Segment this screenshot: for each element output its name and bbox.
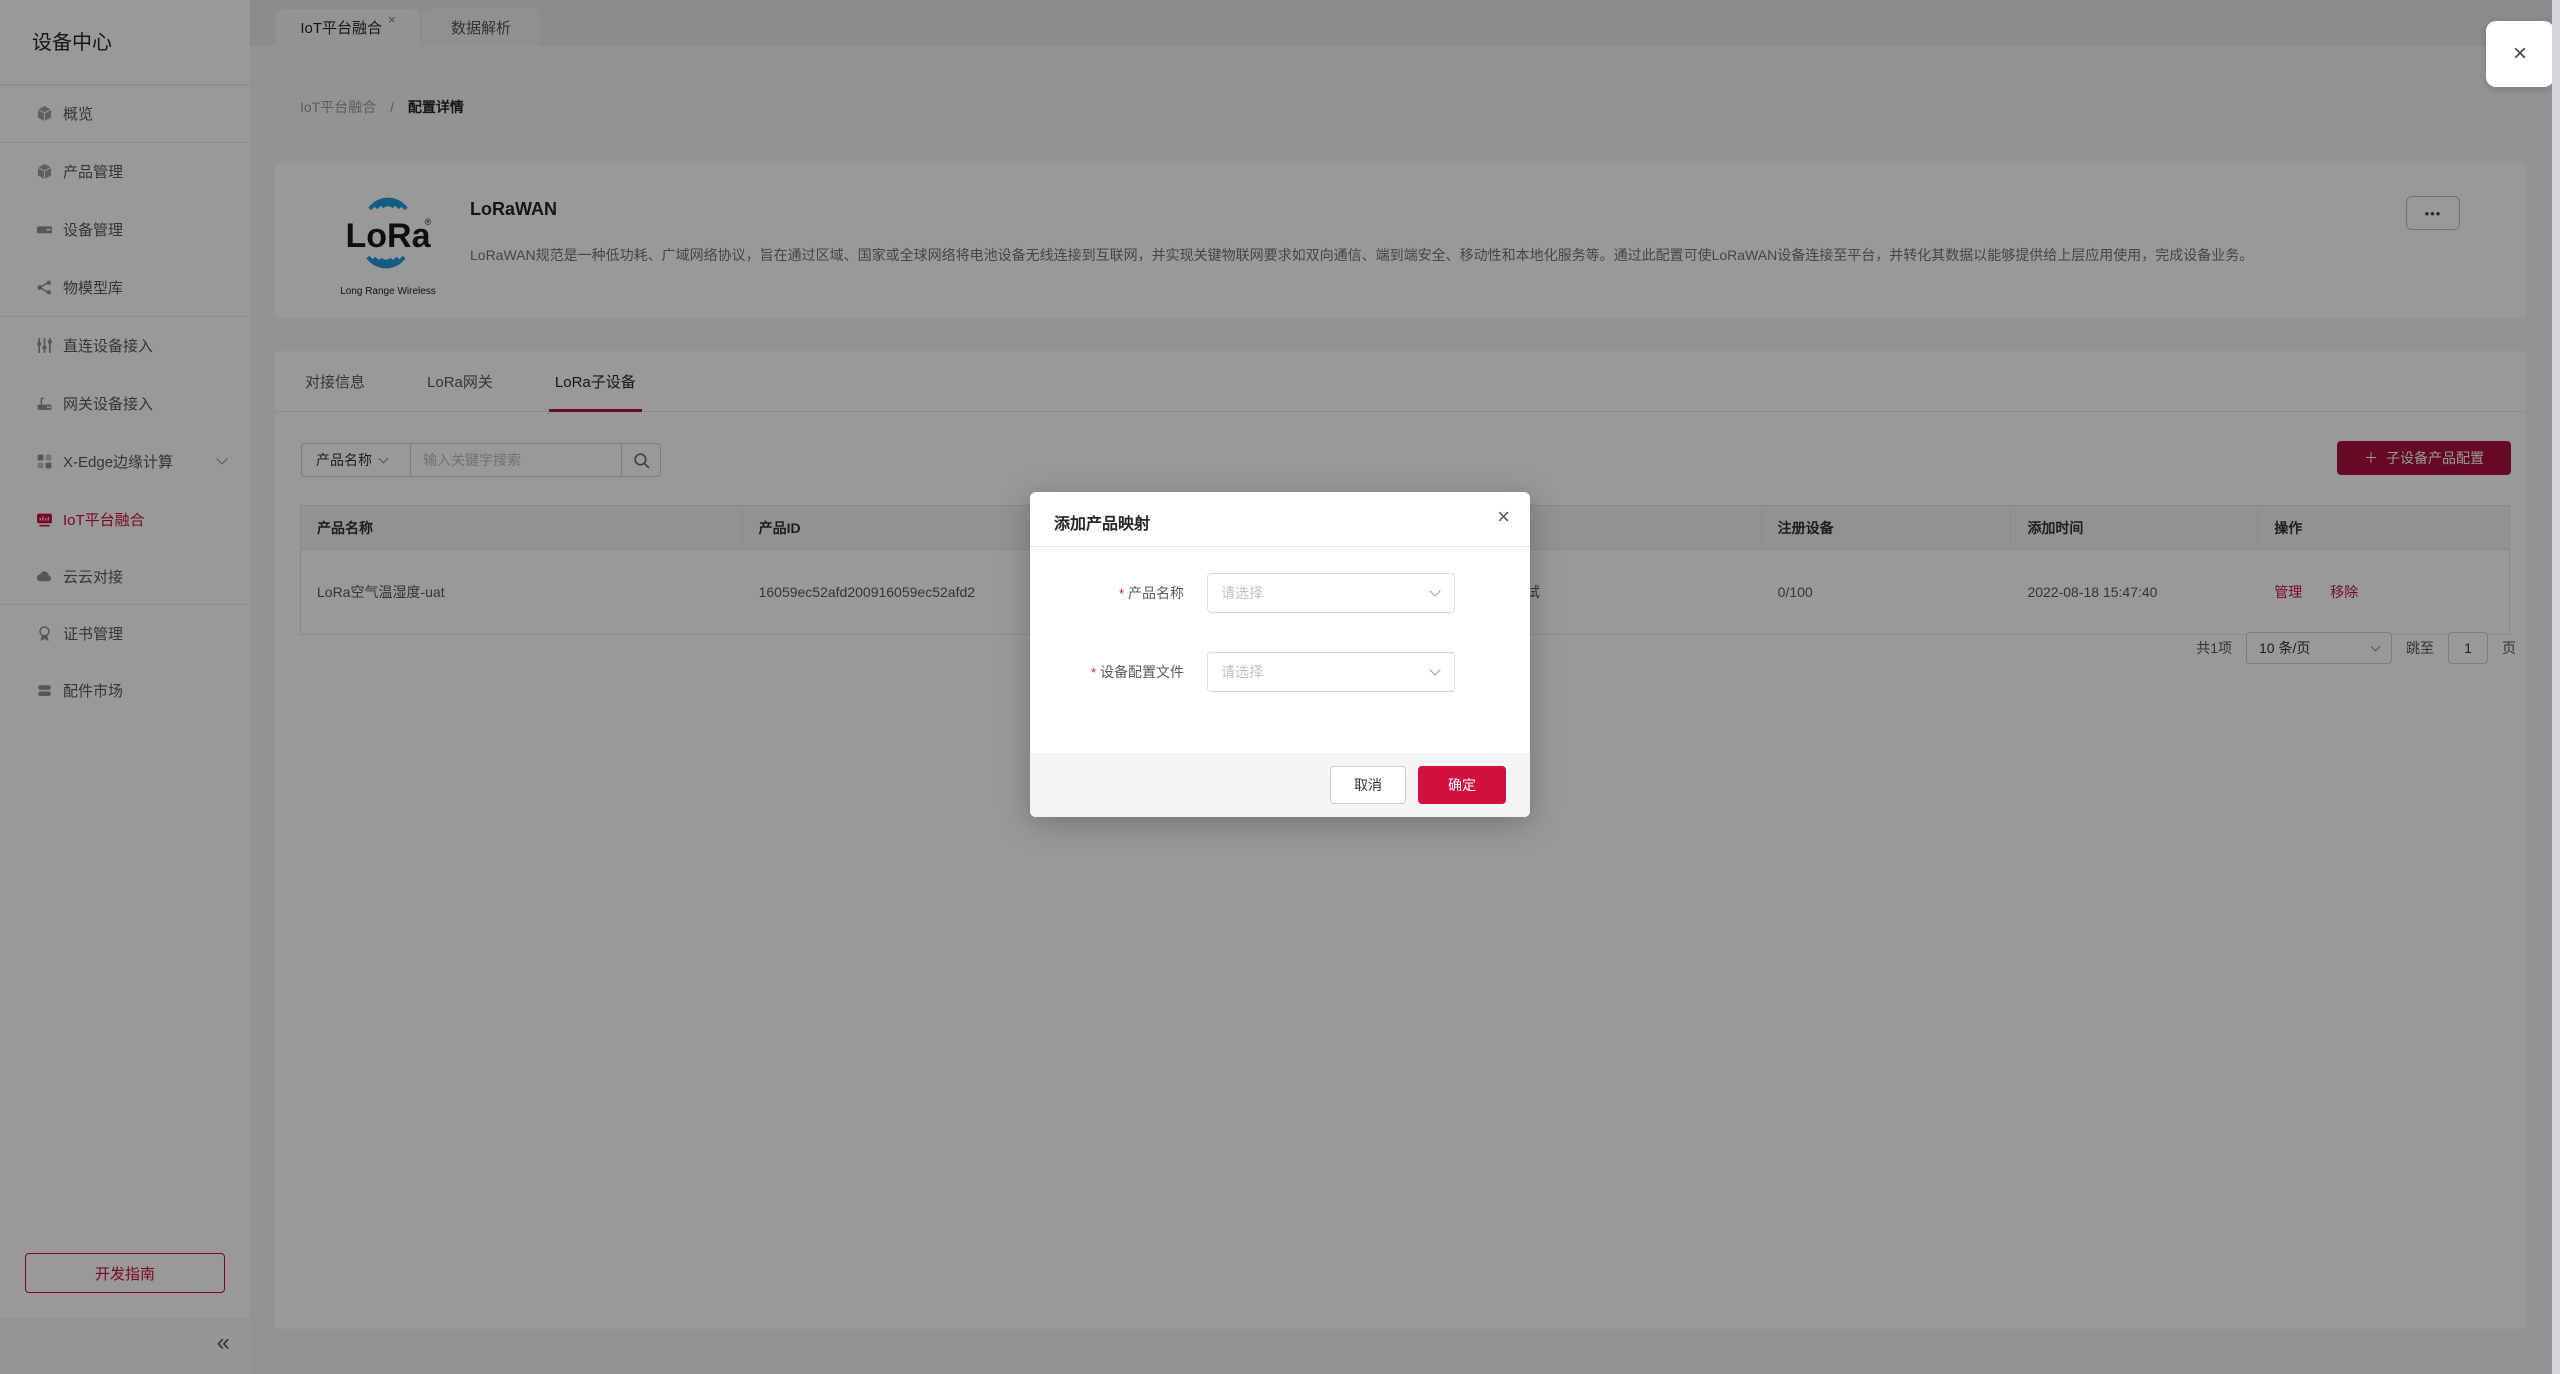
form-row-product-name: *产品名称 请选择 <box>1030 573 1530 613</box>
add-product-mapping-modal: 添加产品映射 × *产品名称 请选择 *设备配置文件 请选择 取消 确定 <box>1030 492 1530 817</box>
close-icon: × <box>2513 40 2527 68</box>
field-label: *设备配置文件 <box>1030 662 1184 682</box>
cancel-button[interactable]: 取消 <box>1330 766 1406 804</box>
select-placeholder: 请选择 <box>1221 662 1263 682</box>
required-mark: * <box>1091 665 1096 680</box>
product-name-select[interactable]: 请选择 <box>1207 573 1455 613</box>
scrollbar[interactable] <box>2552 0 2560 1374</box>
modal-title: 添加产品映射 <box>1054 510 1150 534</box>
close-modal-icon[interactable]: × <box>1497 504 1510 530</box>
select-placeholder: 请选择 <box>1221 583 1263 603</box>
window-close-button[interactable]: × <box>2486 21 2554 87</box>
confirm-button[interactable]: 确定 <box>1418 766 1506 804</box>
app-root: 设备中心 概览 产品管理 设备管理 物模型库 直连设备接入 网关设备接入 X <box>0 0 2560 1374</box>
device-profile-select[interactable]: 请选择 <box>1207 652 1455 692</box>
chevron-down-icon <box>1429 664 1440 675</box>
modal-footer: 取消 确定 <box>1030 753 1530 817</box>
chevron-down-icon <box>1429 585 1440 596</box>
field-label: *产品名称 <box>1030 583 1184 603</box>
required-mark: * <box>1119 586 1124 601</box>
form-row-device-profile: *设备配置文件 请选择 <box>1030 652 1530 692</box>
modal-header: 添加产品映射 × <box>1030 492 1530 547</box>
